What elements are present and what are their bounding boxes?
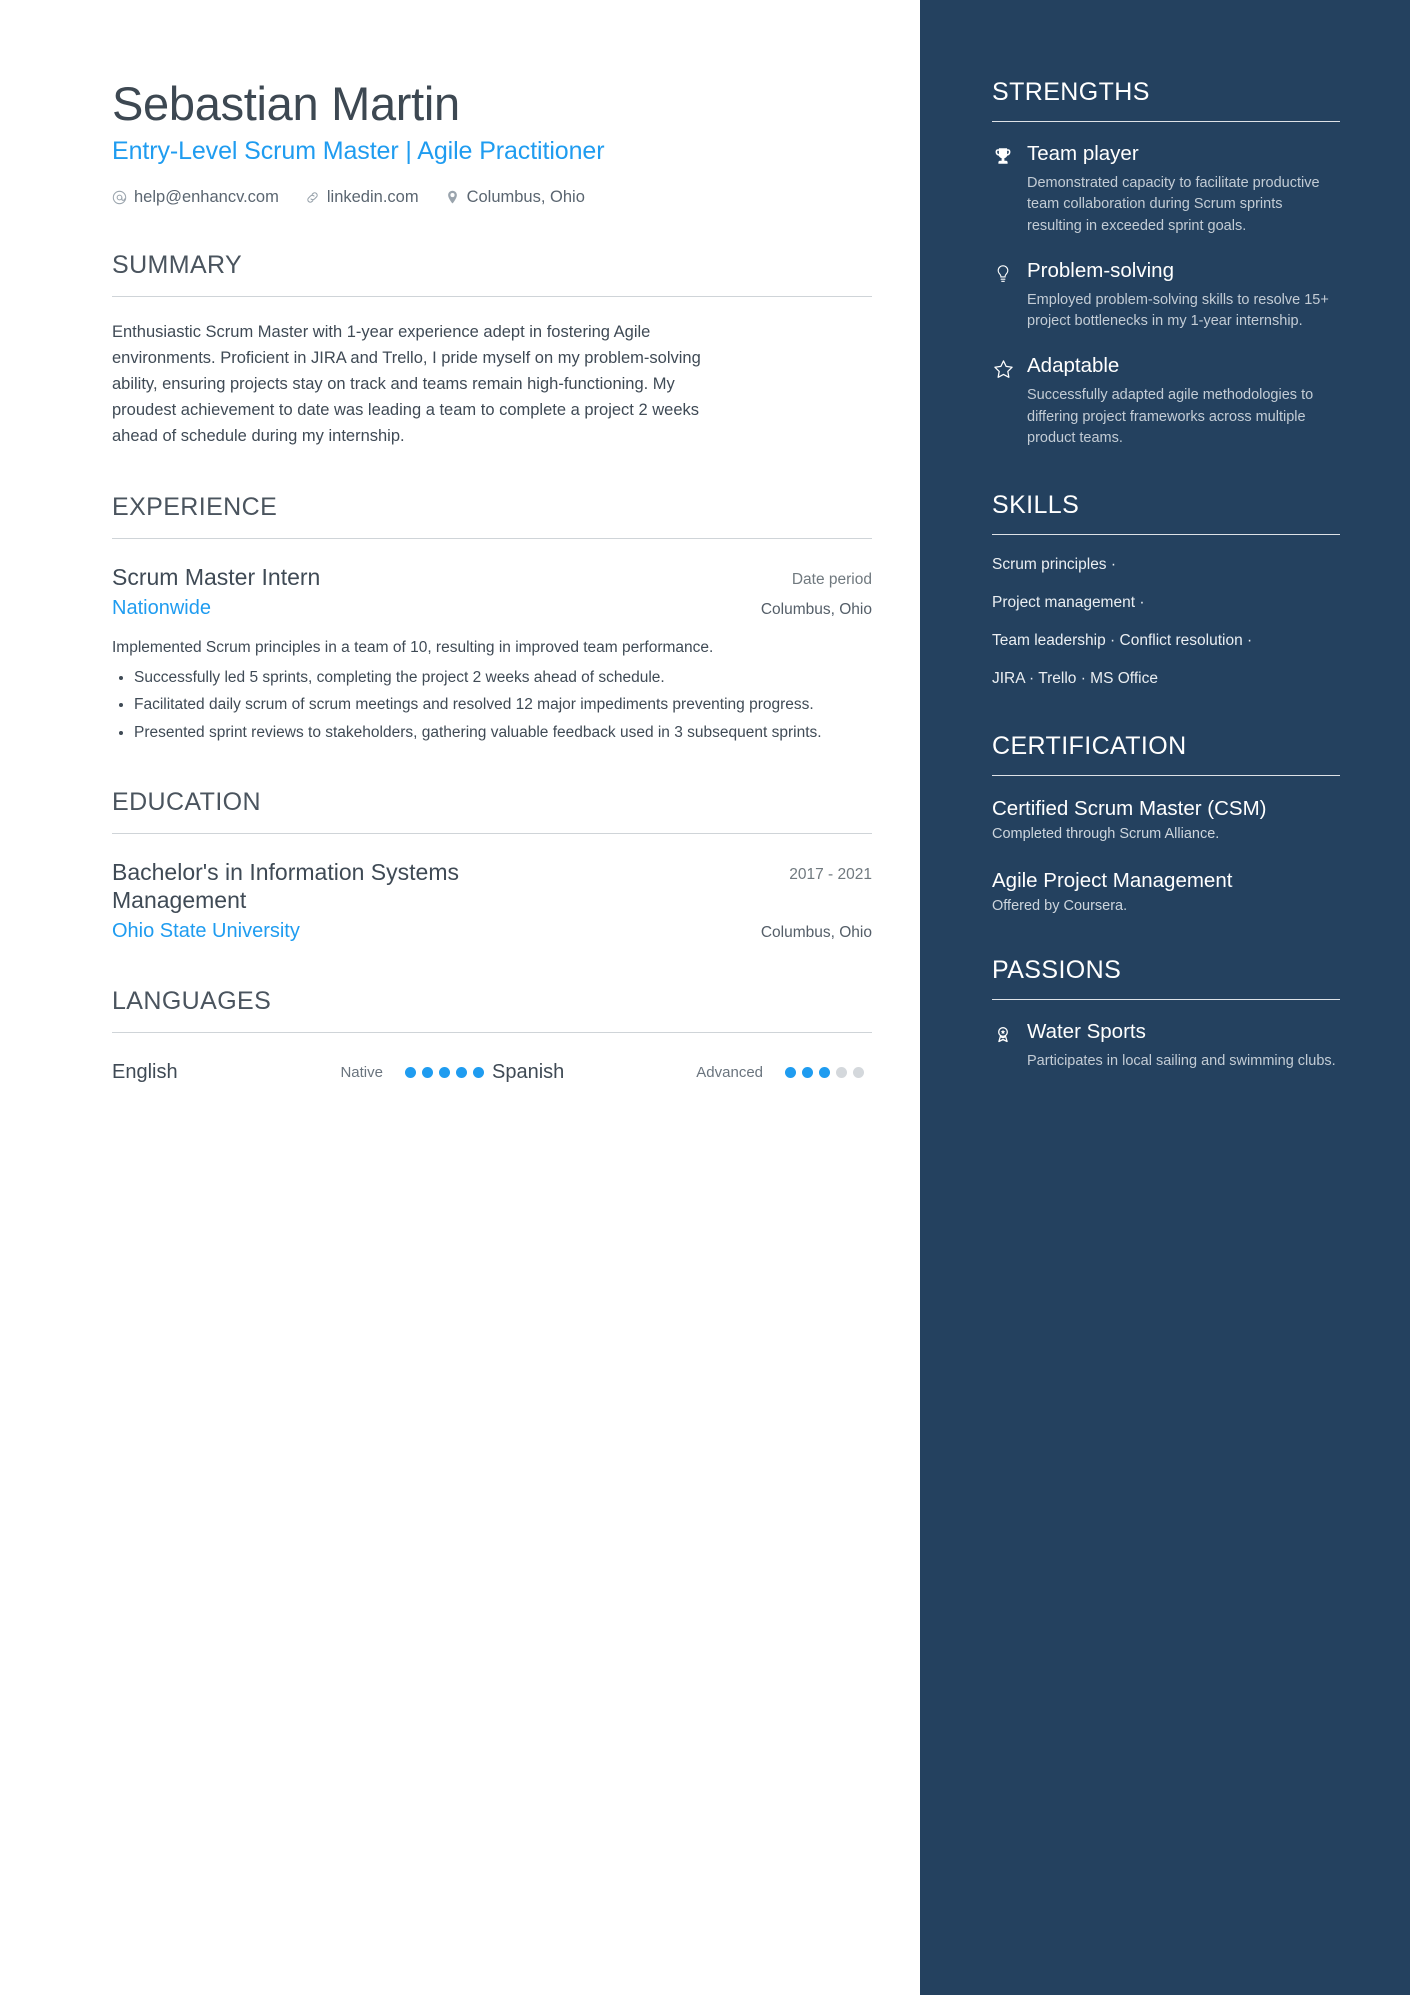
main-column: Sebastian Martin Entry-Level Scrum Maste… [0, 0, 920, 1995]
section-title-education: EDUCATION [112, 787, 261, 816]
strength-item-problem-solving: Problem-solving Employed problem-solving… [992, 259, 1340, 333]
contact-linkedin[interactable]: linkedin.com [305, 188, 419, 207]
section-passions: PASSIONS Water Sports Participates in lo… [992, 956, 1340, 1072]
rating-dot [819, 1067, 830, 1079]
certification-name: Certified Scrum Master (CSM) [992, 797, 1267, 821]
education-school[interactable]: Ohio State University [112, 920, 300, 943]
education-entry: Bachelor's in Information Systems Manage… [112, 858, 872, 943]
section-title-languages: LANGUAGES [112, 987, 272, 1016]
page-title: Sebastian Martin [112, 77, 460, 130]
resume-header: Sebastian Martin Entry-Level Scrum Maste… [112, 77, 872, 207]
experience-bullets: Successfully led 5 sprints, completing t… [112, 666, 872, 744]
rating-dot [456, 1067, 467, 1079]
divider [992, 121, 1340, 122]
language-level: Native [340, 1064, 383, 1082]
lightbulb-icon [992, 259, 1014, 333]
section-title-certification: CERTIFICATION [992, 732, 1187, 761]
strength-name: Adaptable [1027, 354, 1120, 378]
contact-location-label: Columbus, Ohio [466, 187, 585, 206]
strength-name: Problem-solving [1027, 258, 1174, 282]
certification-item: Certified Scrum Master (CSM) Completed t… [992, 796, 1340, 842]
language-rating-english [405, 1067, 484, 1079]
divider [992, 999, 1340, 1001]
contact-email-label: help@enhancv.com [134, 187, 279, 206]
section-education: EDUCATION Bachelor's in Information Syst… [112, 788, 872, 943]
strength-description: Successfully adapted agile methodologies… [1027, 387, 1314, 446]
skill-line: Team leadership · Conflict resolution · [992, 632, 1253, 650]
language-name: Spanish [492, 1061, 565, 1084]
passion-item-water-sports: Water Sports Participates in local saili… [992, 1020, 1340, 1072]
rating-dot [836, 1067, 847, 1079]
language-level: Advanced [696, 1064, 763, 1082]
experience-entry: Scrum Master Intern Date period Nationwi… [112, 563, 872, 744]
rating-dot [802, 1067, 813, 1079]
section-strengths: STRENGTHS Team player Demonstrated capac… [992, 78, 1340, 449]
section-skills: SKILLS Scrum principles · Project manage… [992, 491, 1340, 690]
strength-description: Demonstrated capacity to facilitate prod… [1027, 174, 1320, 234]
education-location: Columbus, Ohio [760, 924, 872, 942]
skill-line: Project management · [992, 594, 1145, 612]
education-degree: Bachelor's in Information Systems Manage… [112, 858, 459, 914]
list-item: Presented sprint reviews to stakeholders… [134, 721, 872, 744]
section-title-summary: SUMMARY [112, 250, 243, 279]
certification-name: Agile Project Management [992, 869, 1233, 893]
contact-row: help@enhancv.com linkedin.com Columbus, … [112, 188, 872, 207]
passion-description: Participates in local sailing and swimmi… [1027, 1052, 1336, 1069]
strength-item-adaptable: Adaptable Successfully adapted agile met… [992, 354, 1340, 449]
certification-issuer: Offered by Coursera. [992, 898, 1128, 915]
rating-dot [785, 1067, 796, 1079]
section-title-passions: PASSIONS [992, 956, 1122, 985]
at-icon [112, 190, 127, 205]
section-title-experience: EXPERIENCE [112, 492, 278, 521]
divider [992, 775, 1340, 777]
divider [992, 534, 1340, 536]
rating-dot [439, 1067, 450, 1079]
section-summary: SUMMARY Enthusiastic Scrum Master with 1… [112, 251, 872, 449]
education-date: 2017 - 2021 [789, 865, 872, 883]
skill-line: Scrum principles · [992, 556, 1117, 574]
language-item-spanish: Spanish Advanced [492, 1061, 872, 1084]
experience-description: Implemented Scrum principles in a team o… [112, 638, 714, 656]
star-icon [992, 354, 1014, 449]
skill-line: JIRA · Trello · MS Office [992, 670, 1158, 688]
list-item: Successfully led 5 sprints, completing t… [134, 666, 872, 689]
strength-name: Team player [1027, 142, 1139, 165]
link-icon [305, 190, 320, 205]
languages-row: English Native Spanish Advanced [112, 1061, 872, 1084]
contact-linkedin-label: linkedin.com [326, 187, 419, 206]
experience-location: Columbus, Ohio [760, 600, 872, 618]
section-title-strengths: STRENGTHS [992, 78, 1150, 106]
section-title-skills: SKILLS [992, 491, 1080, 520]
certification-item: Agile Project Management Offered by Cour… [992, 868, 1340, 914]
job-title: Entry-Level Scrum Master | Agile Practit… [112, 136, 605, 165]
passion-name: Water Sports [1027, 1020, 1146, 1044]
medal-icon [992, 1020, 1014, 1072]
language-name: English [112, 1061, 178, 1084]
certification-issuer: Completed through Scrum Alliance. [992, 826, 1220, 843]
trophy-icon [992, 142, 1014, 237]
strength-description: Employed problem-solving skills to resol… [1027, 291, 1329, 329]
language-rating-spanish [785, 1067, 864, 1079]
contact-location: Columbus, Ohio [445, 188, 585, 207]
section-languages: LANGUAGES English Native Spanish Advance… [112, 987, 872, 1084]
resume-page: Sebastian Martin Entry-Level Scrum Maste… [0, 0, 1410, 1995]
section-experience: EXPERIENCE Scrum Master Intern Date peri… [112, 493, 872, 744]
experience-organization[interactable]: Nationwide [112, 597, 211, 620]
experience-date: Date period [791, 570, 872, 588]
rating-dot [405, 1067, 416, 1079]
strength-item-team-player: Team player Demonstrated capacity to fac… [992, 142, 1340, 237]
rating-dot [422, 1067, 433, 1079]
summary-text: Enthusiastic Scrum Master with 1-year ex… [112, 322, 701, 445]
section-certification: CERTIFICATION Certified Scrum Master (CS… [992, 732, 1340, 914]
location-pin-icon [445, 190, 460, 205]
rating-dot [473, 1067, 484, 1079]
sidebar: STRENGTHS Team player Demonstrated capac… [920, 0, 1410, 1995]
experience-role: Scrum Master Intern [112, 563, 321, 590]
language-item-english: English Native [112, 1061, 492, 1084]
rating-dot [853, 1067, 864, 1079]
list-item: Facilitated daily scrum of scrum meeting… [134, 693, 872, 716]
contact-email[interactable]: help@enhancv.com [112, 188, 279, 207]
